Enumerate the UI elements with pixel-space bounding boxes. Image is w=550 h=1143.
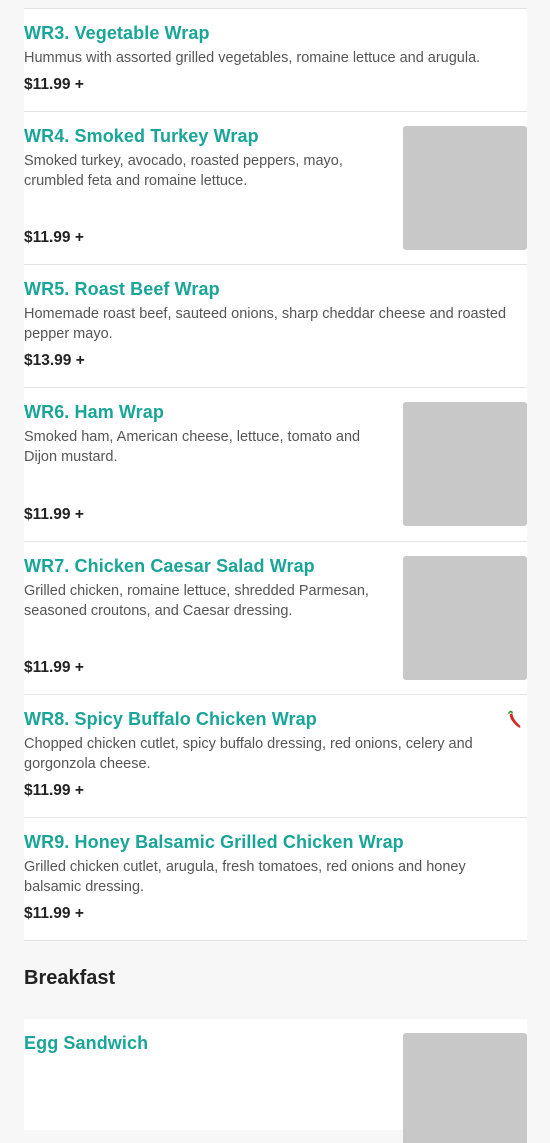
item-name[interactable]: Egg Sandwich	[24, 1033, 148, 1054]
item-image-placeholder[interactable]	[403, 556, 527, 680]
item-image-placeholder[interactable]	[403, 126, 527, 250]
item-description: Chopped chicken cutlet, spicy buffalo dr…	[24, 736, 473, 772]
item-image-placeholder[interactable]	[403, 1033, 527, 1143]
item-price: $11.99 +	[24, 782, 84, 799]
item-name[interactable]: WR3. Vegetable Wrap	[24, 23, 210, 44]
section-heading-breakfast: Breakfast	[24, 967, 116, 989]
item-price: $13.99 +	[24, 352, 85, 369]
item-name[interactable]: WR4. Smoked Turkey Wrap	[24, 126, 259, 147]
menu-item-wr8[interactable]: WR8. Spicy Buffalo Chicken Wrap Chopped …	[24, 695, 527, 818]
item-price: $11.99 +	[24, 506, 84, 523]
item-image-placeholder[interactable]	[403, 402, 527, 526]
menu-item-wr4[interactable]: WR4. Smoked Turkey Wrap Smoked turkey, a…	[24, 112, 527, 265]
item-description: Smoked turkey, avocado, roasted peppers,…	[24, 153, 343, 189]
menu-item-wr5[interactable]: WR5. Roast Beef Wrap Homemade roast beef…	[24, 265, 527, 388]
item-name[interactable]: WR5. Roast Beef Wrap	[24, 279, 220, 300]
item-description: Hummus with assorted grilled vegetables,…	[24, 50, 481, 66]
item-description: Homemade roast beef, sauteed onions, sha…	[24, 306, 507, 342]
item-price: $11.99 +	[24, 905, 84, 922]
menu-item-wr3[interactable]: WR3. Vegetable Wrap Hummus with assorted…	[24, 9, 527, 112]
item-description: Grilled chicken cutlet, arugula, fresh t…	[24, 859, 466, 895]
item-price: $11.99 +	[24, 659, 84, 676]
item-description: Smoked ham, American cheese, lettuce, to…	[24, 429, 361, 465]
item-price: $11.99 +	[24, 76, 84, 93]
chili-pepper-icon	[508, 710, 521, 728]
menu-item-wr6[interactable]: WR6. Ham Wrap Smoked ham, American chees…	[24, 388, 527, 542]
item-price: $11.99 +	[24, 229, 84, 246]
item-name[interactable]: WR9. Honey Balsamic Grilled Chicken Wrap	[24, 832, 404, 853]
item-name[interactable]: WR7. Chicken Caesar Salad Wrap	[24, 556, 315, 577]
item-name[interactable]: WR6. Ham Wrap	[24, 402, 164, 423]
menu-item-wr9[interactable]: WR9. Honey Balsamic Grilled Chicken Wrap…	[24, 818, 527, 941]
menu-item-egg-sandwich[interactable]: Egg Sandwich	[24, 1019, 527, 1143]
menu-item-wr7[interactable]: WR7. Chicken Caesar Salad Wrap Grilled c…	[24, 542, 527, 695]
item-name[interactable]: WR8. Spicy Buffalo Chicken Wrap	[24, 709, 317, 730]
item-description: Grilled chicken, romaine lettuce, shredd…	[24, 583, 369, 619]
